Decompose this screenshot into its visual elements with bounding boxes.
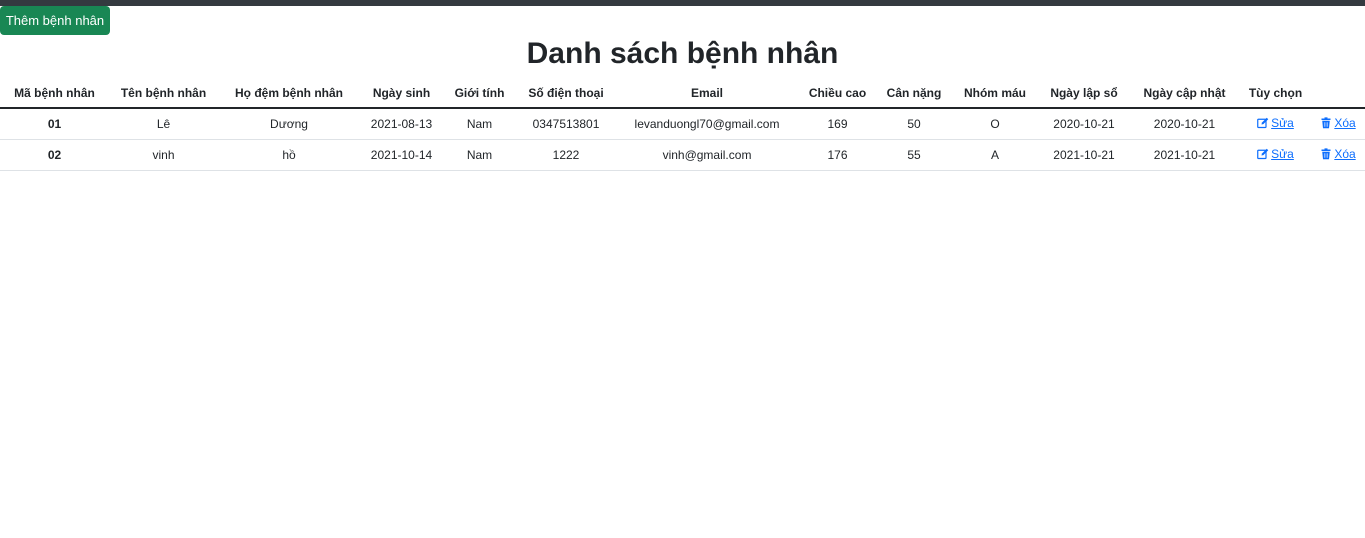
- cell-phone: 0347513801: [516, 108, 616, 140]
- cell-last-name: Dương: [218, 108, 360, 140]
- header-phone: Số điện thoại: [516, 78, 616, 109]
- header-email: Email: [616, 78, 798, 109]
- table-header-row: Mã bệnh nhân Tên bệnh nhân Họ đệm bệnh n…: [0, 78, 1365, 109]
- cell-weight: 55: [877, 139, 951, 171]
- edit-label: Sửa: [1271, 147, 1294, 161]
- header-dob: Ngày sinh: [360, 78, 443, 109]
- cell-phone: 1222: [516, 139, 616, 171]
- header-height: Chiều cao: [798, 78, 877, 109]
- trash-icon: [1321, 148, 1331, 160]
- header-last-name: Họ đệm bệnh nhân: [218, 78, 360, 109]
- cell-weight: 50: [877, 108, 951, 140]
- edit-label: Sửa: [1271, 116, 1294, 130]
- header-created-date: Ngày lập sổ: [1039, 78, 1129, 109]
- table-row: 02 vinh hồ 2021-10-14 Nam 1222 vinh@gmai…: [0, 139, 1365, 171]
- header-blood-type: Nhóm máu: [951, 78, 1039, 109]
- header-updated-date: Ngày cập nhật: [1129, 78, 1240, 109]
- cell-created-date: 2021-10-21: [1039, 139, 1129, 171]
- cell-created-date: 2020-10-21: [1039, 108, 1129, 140]
- patients-table: Mã bệnh nhân Tên bệnh nhân Họ đệm bệnh n…: [0, 78, 1365, 171]
- trash-icon: [1321, 117, 1331, 129]
- edit-link[interactable]: Sửa: [1257, 116, 1294, 130]
- table-row: 01 Lê Dương 2021-08-13 Nam 0347513801 le…: [0, 108, 1365, 140]
- cell-edit: Sửa: [1240, 108, 1311, 140]
- header-options: Tùy chọn: [1240, 78, 1311, 109]
- cell-height: 169: [798, 108, 877, 140]
- cell-updated-date: 2021-10-21: [1129, 139, 1240, 171]
- delete-label: Xóa: [1334, 116, 1356, 130]
- cell-updated-date: 2020-10-21: [1129, 108, 1240, 140]
- cell-patient-id: 02: [0, 139, 109, 171]
- edit-link[interactable]: Sửa: [1257, 147, 1294, 161]
- cell-dob: 2021-08-13: [360, 108, 443, 140]
- header-first-name: Tên bệnh nhân: [109, 78, 218, 109]
- edit-icon: [1257, 117, 1269, 129]
- cell-dob: 2021-10-14: [360, 139, 443, 171]
- edit-icon: [1257, 148, 1269, 160]
- cell-first-name: Lê: [109, 108, 218, 140]
- header-patient-id: Mã bệnh nhân: [0, 78, 109, 109]
- header-empty: [1311, 78, 1365, 109]
- cell-edit: Sửa: [1240, 139, 1311, 171]
- header-gender: Giới tính: [443, 78, 516, 109]
- delete-link[interactable]: Xóa: [1320, 147, 1356, 161]
- cell-blood-type: O: [951, 108, 1039, 140]
- top-bar: [0, 0, 1365, 6]
- cell-delete: Xóa: [1311, 108, 1365, 140]
- delete-label: Xóa: [1334, 147, 1356, 161]
- cell-height: 176: [798, 139, 877, 171]
- cell-email: levanduongl70@gmail.com: [616, 108, 798, 140]
- add-patient-button[interactable]: Thêm bệnh nhân: [0, 6, 110, 35]
- cell-last-name: hồ: [218, 139, 360, 171]
- cell-blood-type: A: [951, 139, 1039, 171]
- cell-email: vinh@gmail.com: [616, 139, 798, 171]
- header-weight: Cân nặng: [877, 78, 951, 109]
- cell-first-name: vinh: [109, 139, 218, 171]
- cell-patient-id: 01: [0, 108, 109, 140]
- cell-gender: Nam: [443, 108, 516, 140]
- cell-gender: Nam: [443, 139, 516, 171]
- cell-delete: Xóa: [1311, 139, 1365, 171]
- page-title: Danh sách bệnh nhân: [526, 37, 839, 70]
- delete-link[interactable]: Xóa: [1320, 116, 1356, 130]
